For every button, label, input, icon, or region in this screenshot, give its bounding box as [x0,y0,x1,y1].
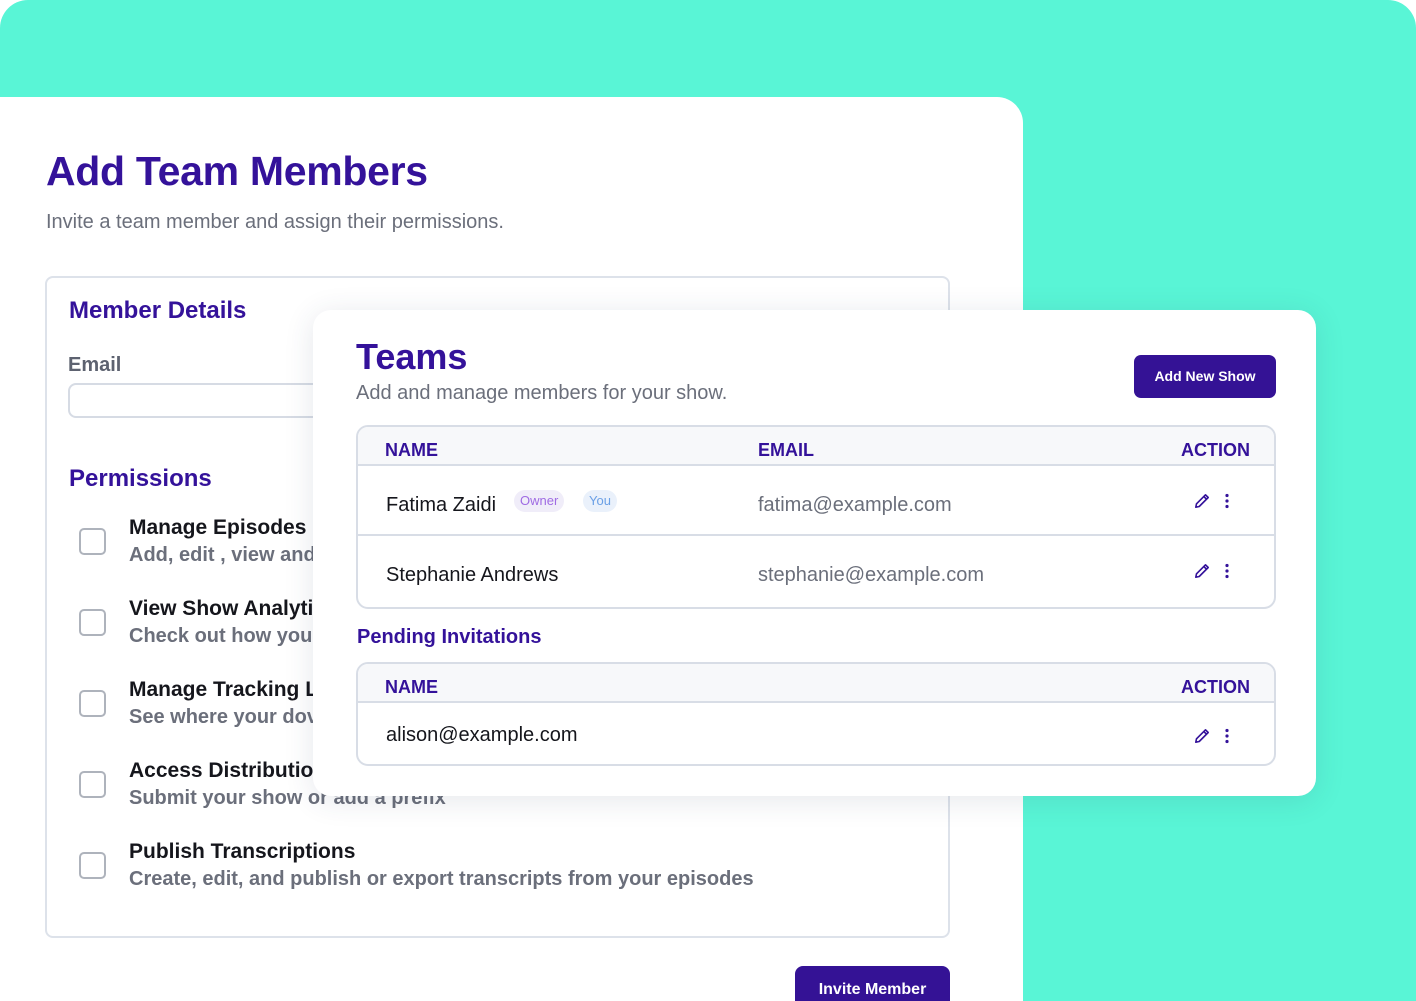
table-row: Fatima Zaidi Owner You fatima@example.co… [358,466,1274,536]
more-vertical-icon[interactable] [1224,493,1230,509]
member-name: Stephanie Andrews [386,564,559,586]
pencil-icon[interactable] [1194,563,1210,579]
member-name: Fatima Zaidi [386,494,497,516]
pending-invitations-table: NAME ACTION alison@example.com [356,662,1276,766]
permissions-title: Permissions [69,465,212,492]
access-distribution-checkbox[interactable] [79,771,106,798]
member-email: stephanie@example.com [758,564,984,586]
add-new-show-button[interactable]: Add New Show [1134,355,1276,398]
teams-title: Teams [356,336,468,377]
column-header-action: ACTION [1181,677,1250,697]
pending-table-header: NAME ACTION [358,664,1274,703]
permission-title: Access Distribution [129,759,327,782]
pencil-icon[interactable] [1194,728,1210,744]
table-row: alison@example.com [358,703,1274,764]
permission-title: Manage Tracking Li [129,678,324,701]
member-email: fatima@example.com [758,494,952,516]
permission-title: View Show Analytic [129,597,326,620]
pending-invitations-title: Pending Invitations [357,626,542,648]
owner-badge: Owner [514,490,565,512]
page-subtitle: Invite a team member and assign their pe… [46,211,504,233]
table-row: Stephanie Andrews stephanie@example.com [358,536,1274,606]
manage-episodes-checkbox[interactable] [79,528,106,555]
more-vertical-icon[interactable] [1224,728,1230,744]
permission-description: See where your dov [129,706,318,728]
pencil-icon[interactable] [1194,493,1210,509]
column-header-name: NAME [385,440,438,460]
more-vertical-icon[interactable] [1224,563,1230,579]
column-header-action: ACTION [1181,440,1250,460]
publish-transcriptions-checkbox[interactable] [79,852,106,879]
permission-description: Create, edit, and publish or export tran… [129,868,754,890]
permission-title: Manage Episodes [129,516,307,539]
permission-item-publish-transcriptions: Publish Transcriptions Create, edit, and… [79,840,879,900]
pending-email: alison@example.com [386,724,578,746]
view-show-analytics-checkbox[interactable] [79,609,106,636]
permission-description: Check out how you [129,625,313,647]
invite-member-button[interactable]: Invite Member [795,966,950,1001]
manage-tracking-links-checkbox[interactable] [79,690,106,717]
members-table-header: NAME EMAIL ACTION [358,427,1274,466]
column-header-name: NAME [385,677,438,697]
permission-title: Publish Transcriptions [129,840,356,863]
teams-subtitle: Add and manage members for your show. [356,382,728,404]
you-badge: You [583,490,617,512]
email-label: Email [68,354,122,376]
teams-card: Teams Add and manage members for your sh… [313,310,1316,796]
screen: Add Team Members Invite a team member an… [0,0,1416,1001]
member-details-title: Member Details [69,297,247,324]
permission-description: Add, edit , view and [129,544,316,566]
members-table: NAME EMAIL ACTION Fatima Zaidi Owner You… [356,425,1276,609]
column-header-email: EMAIL [758,440,814,460]
page-title: Add Team Members [46,148,428,194]
